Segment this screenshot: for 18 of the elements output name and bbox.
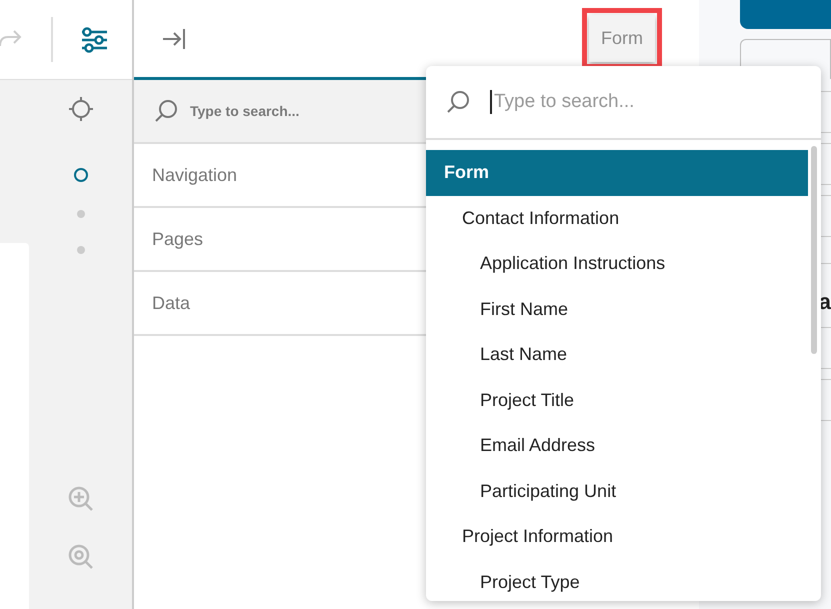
tree-item[interactable]: Project Title: [426, 378, 808, 423]
primary-button[interactable]: [740, 0, 831, 29]
sliders-icon[interactable]: [81, 26, 107, 52]
zoom-in-icon[interactable]: [68, 486, 94, 512]
collapse-icon[interactable]: [162, 26, 186, 50]
step-dot[interactable]: [76, 210, 84, 218]
search-icon: [446, 90, 470, 114]
search-field[interactable]: Type to search...: [188, 100, 488, 122]
zoom-reset-icon[interactable]: [68, 544, 94, 570]
step-dot[interactable]: [74, 168, 88, 182]
step-dot[interactable]: [76, 246, 84, 254]
search-icon: [154, 99, 178, 123]
tree-item[interactable]: Form: [426, 150, 808, 196]
crosshair-icon[interactable]: [68, 96, 94, 122]
tree-item[interactable]: Participating Unit: [426, 468, 808, 514]
tree-item[interactable]: Project Type: [426, 560, 808, 601]
tree-item[interactable]: Email Address: [426, 423, 808, 468]
tree-item[interactable]: Project Information: [426, 514, 808, 560]
